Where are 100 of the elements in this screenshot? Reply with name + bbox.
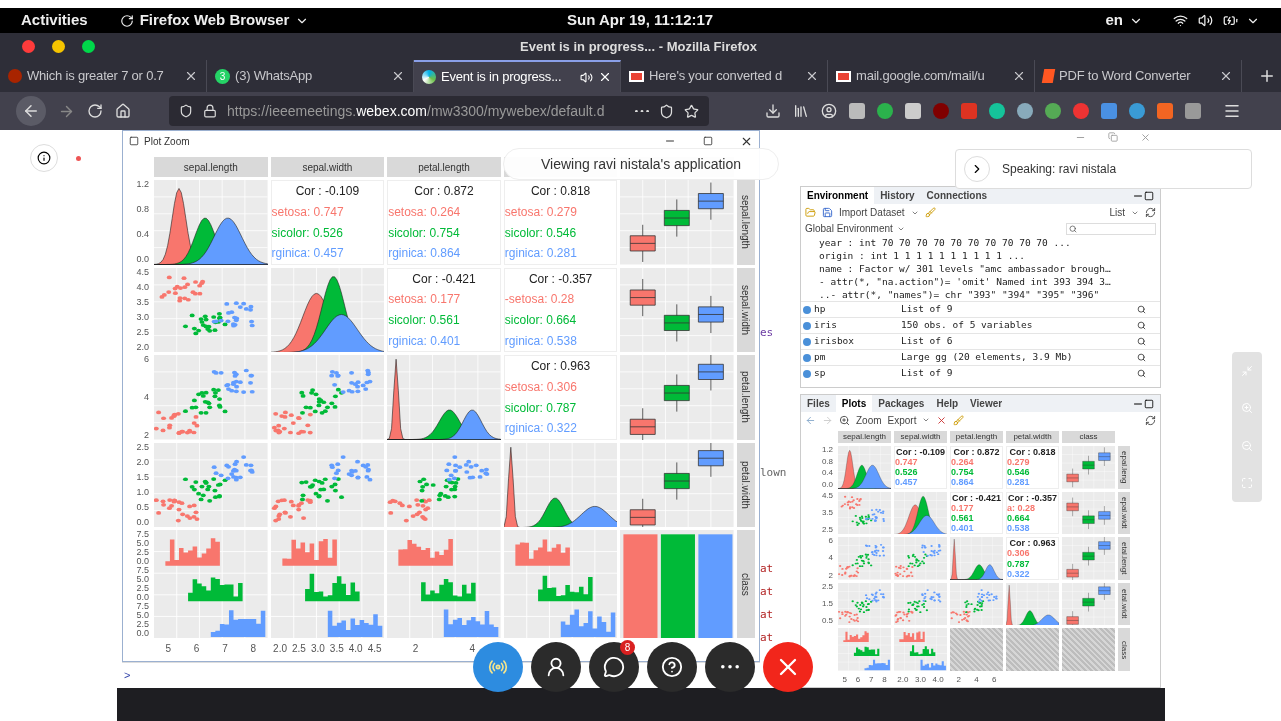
group-correlation-label: 0.322 xyxy=(1007,568,1030,579)
axis-tick-label: 6 xyxy=(991,674,997,686)
pane-tab[interactable]: Packages xyxy=(872,395,931,412)
group-correlation-label: 0.864 xyxy=(951,477,974,488)
environment-row[interactable]: sp List of 9 xyxy=(801,365,1160,381)
group-correlation-label: setosa: 0.279 xyxy=(504,203,577,221)
axis-tick-label: 3.5 xyxy=(329,642,344,656)
window-title: Event is in progress... - Mozilla Firefox xyxy=(520,37,757,56)
group-correlation-label: rginica: 0.538 xyxy=(504,332,577,350)
axis-tick-label: 0.8 xyxy=(821,457,833,466)
axis-tick-label: 4.5 xyxy=(367,642,382,656)
group-correlation-label: 0.279 xyxy=(1007,457,1030,468)
axis-tick-label: 4 xyxy=(828,554,833,563)
browser-tab[interactable]: Event is in progress... xyxy=(414,60,621,92)
axis-tick-label: 0.0 xyxy=(136,255,149,265)
object-name: irisbox xyxy=(814,334,855,349)
group-correlation-label: rginica: 0.864 xyxy=(388,245,461,263)
object-value: List of 6 xyxy=(901,334,954,349)
clock[interactable]: Sun Apr 19, 11:12:17 xyxy=(567,9,714,32)
environment-row[interactable]: iris 150 obs. of 5 variables xyxy=(801,317,1160,333)
environment-scope-menu[interactable]: Global Environment xyxy=(805,221,893,236)
column-strip: class xyxy=(1062,431,1115,443)
row-strip: petal.width xyxy=(737,442,755,527)
axis-tick-label: 2.5 xyxy=(821,582,833,591)
group-correlation-label: rginica: 0.401 xyxy=(388,332,461,350)
column-strip: sepal.length xyxy=(838,431,891,443)
url-field[interactable]: https://ieeemeetings.webex.com/mw3300/mywebex/default.d xyxy=(169,96,709,126)
column-strip: sepal.width xyxy=(270,157,385,177)
axis-tick-label: 2 xyxy=(412,642,419,656)
tab-title: Here's your converted d xyxy=(649,67,783,86)
axis-tick-label: 6 xyxy=(144,355,149,364)
environment-row[interactable]: irisbox List of 6 xyxy=(801,333,1160,349)
pane-tab[interactable]: Viewer xyxy=(964,395,1009,412)
axis-tick-label: 0.0 xyxy=(821,480,833,489)
axis-tick-label: 2.0 xyxy=(136,457,149,467)
view-mode-menu[interactable]: List xyxy=(1109,205,1125,220)
group-correlation-label: rginica: 0.457 xyxy=(271,245,344,263)
axis-tick-label: 4 xyxy=(469,642,476,656)
axis-tick-label: 4 xyxy=(144,392,149,402)
correlation-label: Cor : -0.357 xyxy=(528,270,593,288)
structure-line: ..- attr(*, "names")= chr "393" "394" "395" "396" xyxy=(818,288,1101,301)
group-correlation-label: setosa: 0.747 xyxy=(271,203,344,221)
pane-tab[interactable]: History xyxy=(874,187,921,204)
pane-tab[interactable]: Help xyxy=(930,395,965,412)
axis-tick-label: 6 xyxy=(193,642,200,656)
pane-tab[interactable]: Plots xyxy=(835,395,873,412)
correlation-label: Cor : -0.109 xyxy=(295,183,360,201)
object-value: List of 9 xyxy=(901,302,954,317)
zoom-button[interactable]: Zoom xyxy=(856,412,882,428)
axis-tick-label: 4.5 xyxy=(136,267,149,277)
code-fragment: es xyxy=(760,326,775,339)
group-correlation-label: 0.177 xyxy=(951,502,974,513)
axis-tick-label: 7.5 xyxy=(136,602,149,611)
axis-tick-label: 3.5 xyxy=(136,297,149,307)
axis-tick-label: 2.0 xyxy=(897,674,909,686)
axis-tick-label: 2 xyxy=(828,571,833,580)
axis-tick-label: 0.5 xyxy=(136,502,149,512)
object-value: List of 9 xyxy=(901,366,954,381)
group-correlation-label: 0.281 xyxy=(1007,477,1030,488)
group-correlation-label: sicolor: 0.526 xyxy=(271,224,343,242)
environment-row[interactable]: pm Large gg (20 elements, 3.9 Mb) xyxy=(801,349,1160,365)
object-name: iris xyxy=(814,318,837,333)
tab-title: mail.google.com/mail/u xyxy=(856,67,986,86)
speaker-name-label: Speaking: ravi nistala xyxy=(1002,161,1117,178)
group-correlation-label: 0.546 xyxy=(1007,467,1030,478)
pane-tab[interactable]: Files xyxy=(801,395,836,412)
group-correlation-label: sicolor: 0.664 xyxy=(504,312,577,330)
import-dataset-button[interactable]: Import Dataset xyxy=(839,205,905,220)
group-correlation-label: 0.526 xyxy=(895,467,918,478)
group-correlation-label: a: 0.28 xyxy=(1007,502,1036,513)
object-value: 150 obs. of 5 variables xyxy=(901,318,1034,333)
export-button[interactable]: Export xyxy=(887,412,917,428)
correlation-label: Cor : 0.963 xyxy=(1009,538,1056,549)
column-strip: sepal.width xyxy=(894,431,947,443)
group-correlation-label: 0.561 xyxy=(951,512,974,523)
axis-tick-label: 2.5 xyxy=(136,442,149,452)
tab-title: Which is greater 7 or 0.7 xyxy=(27,67,165,86)
pane-tab[interactable]: Environment xyxy=(801,187,875,204)
notification-badge: 3 xyxy=(215,68,230,84)
group-correlation-label: setosa: 0.306 xyxy=(504,378,577,396)
column-strip: petal.length xyxy=(387,157,501,177)
url-text: https://ieeemeetings.webex.com/mw3300/mywebex/default.d xyxy=(227,101,606,121)
app-menu[interactable]: Firefox Web Browser xyxy=(139,9,290,32)
axis-tick-label: 7.5 xyxy=(136,566,149,575)
structure-line: name : Factor w/ 301 levels "amc ambassador brough… xyxy=(818,262,1112,275)
language-menu[interactable]: en xyxy=(1105,9,1123,32)
row-strip: petal.length xyxy=(737,355,755,440)
code-fragment: at xyxy=(760,608,775,621)
activities-button[interactable]: Activities xyxy=(21,9,88,32)
axis-tick-label: 2.5 xyxy=(821,526,833,535)
row-strip: sepal.length xyxy=(737,180,755,265)
code-fragment: at xyxy=(760,631,775,644)
environment-row[interactable]: hp List of 9 xyxy=(801,301,1160,317)
pane-tab[interactable]: Connections xyxy=(920,187,994,204)
axis-tick-label: 2.5 xyxy=(136,620,149,629)
group-correlation-label: 0.664 xyxy=(1007,512,1030,523)
row-strip: sepal.width xyxy=(737,267,755,352)
column-strip: petal.width xyxy=(1006,431,1059,443)
axis-tick-label: 5.0 xyxy=(136,611,149,620)
axis-tick-label: 8 xyxy=(882,674,887,686)
